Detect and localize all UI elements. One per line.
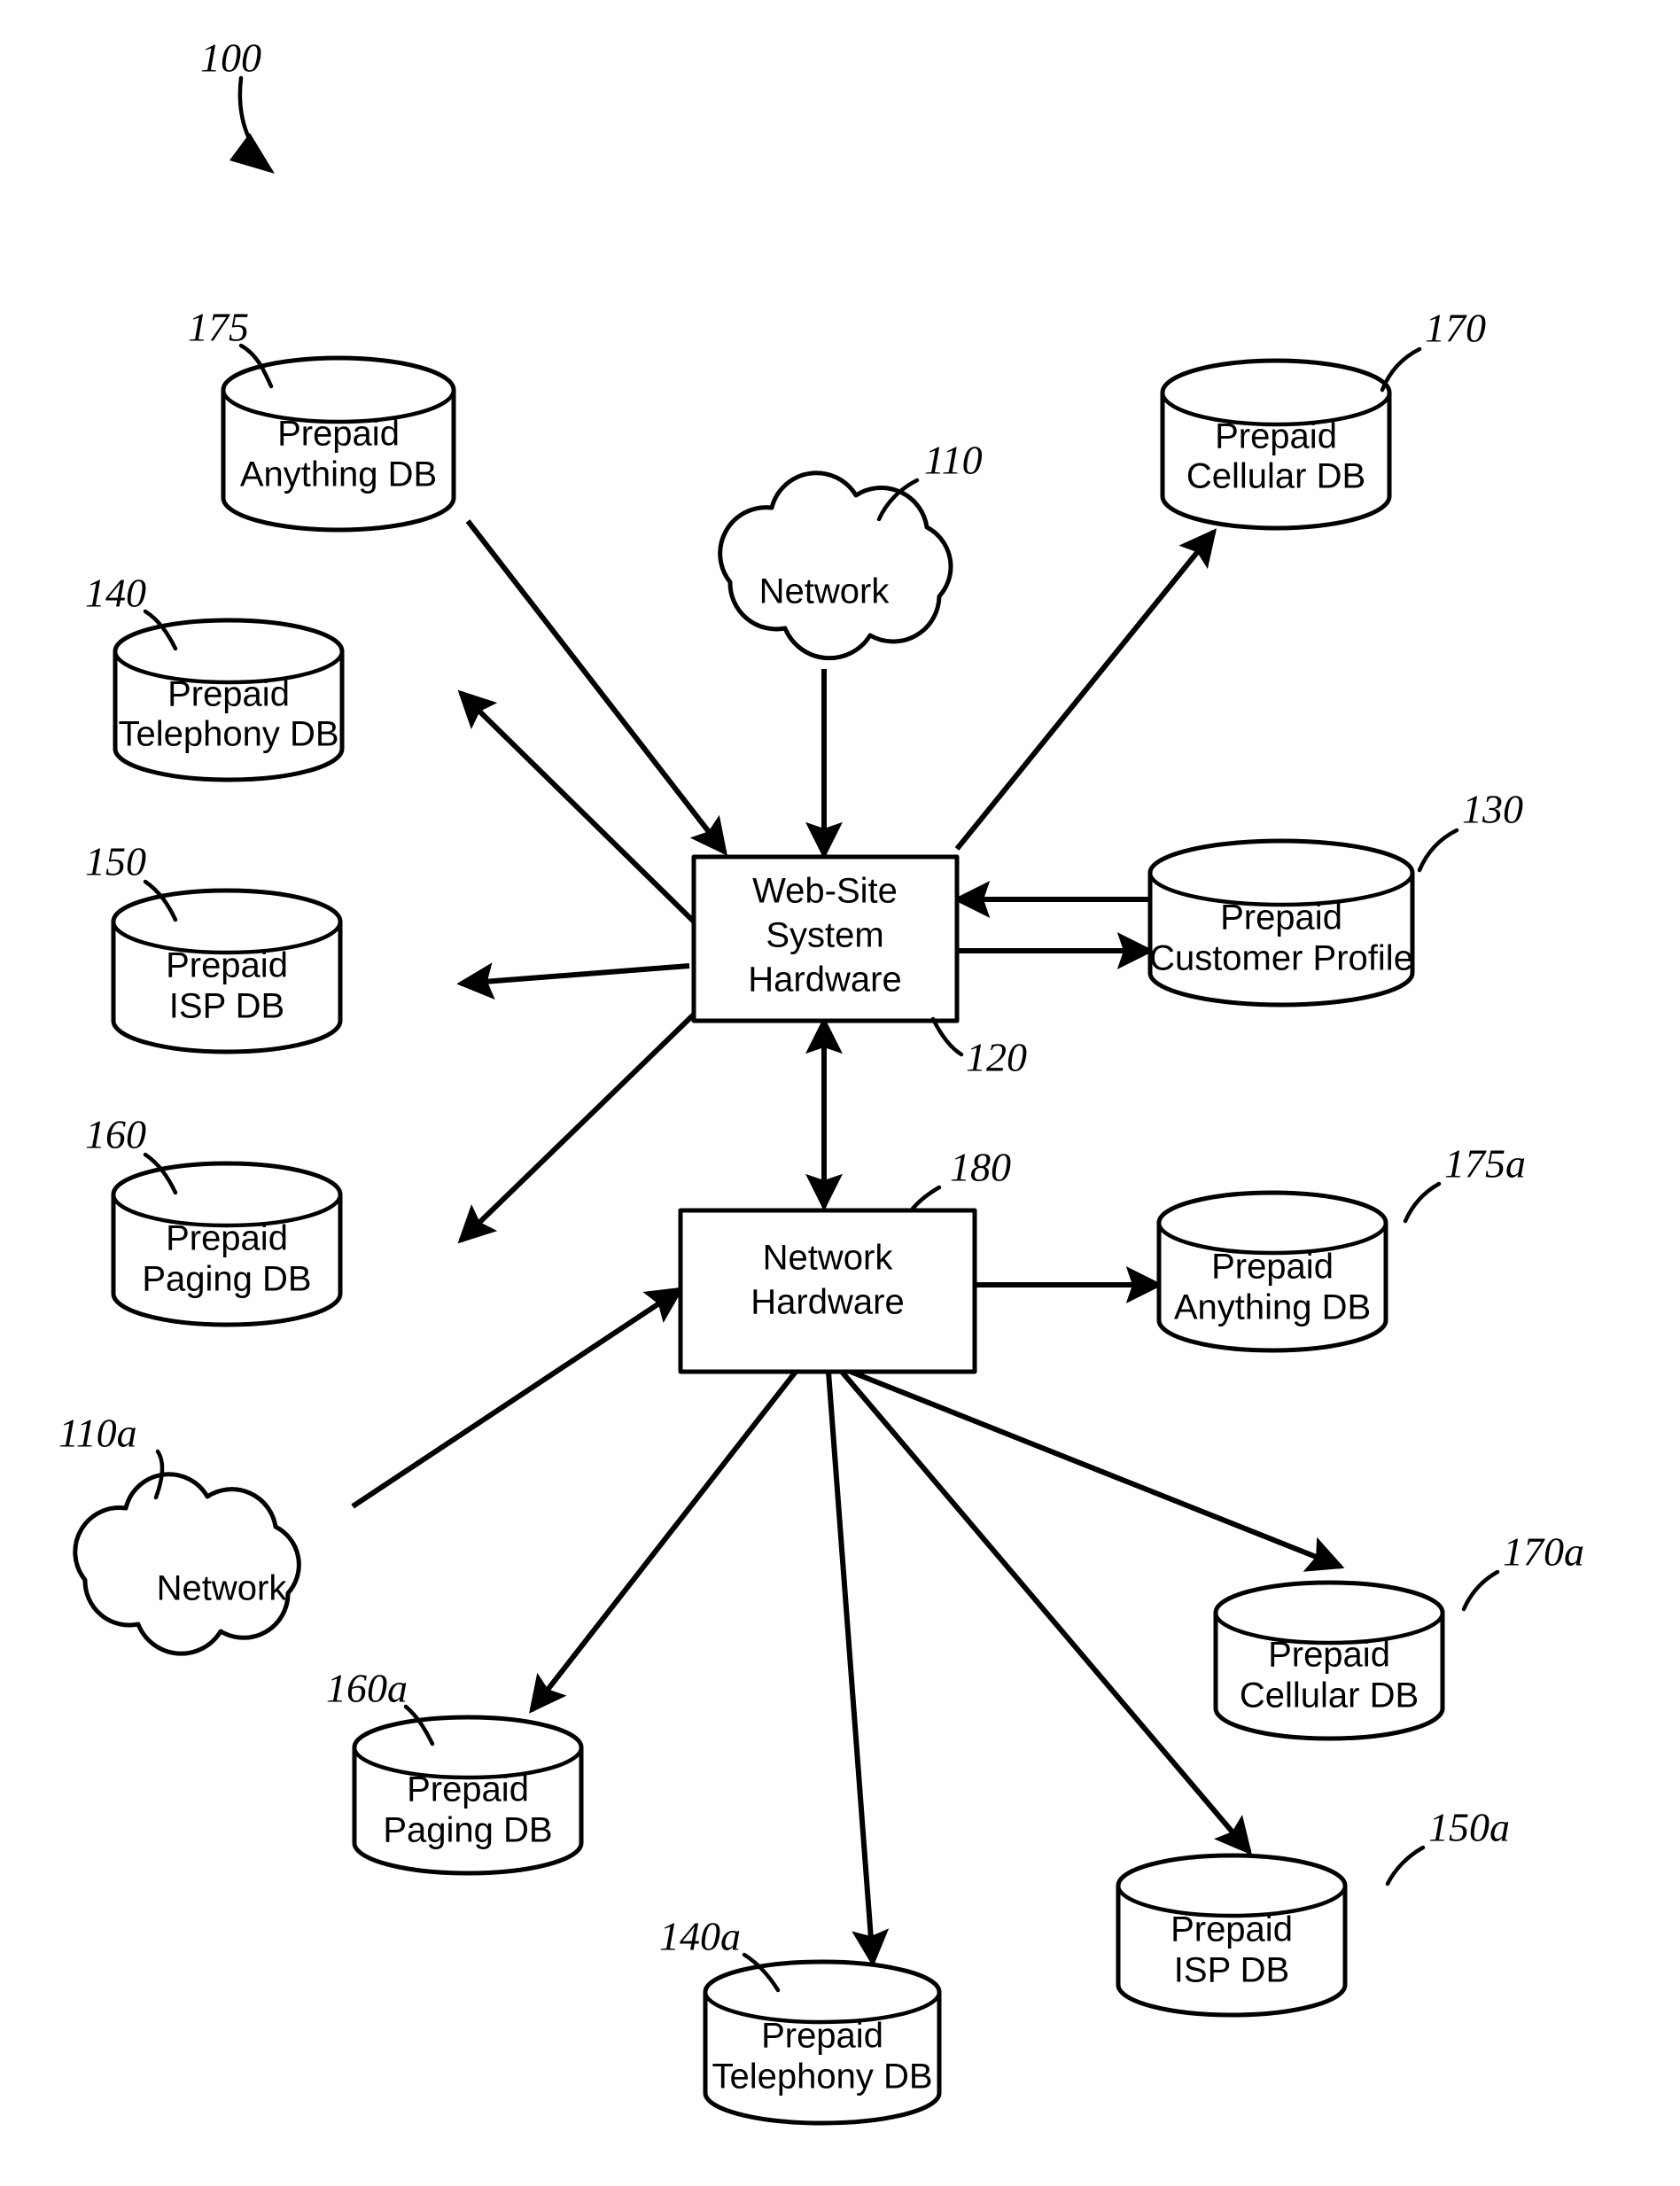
node-label-line1: Prepaid: [1171, 1910, 1293, 1949]
connection-networkhw-to-telephonydb140a: [826, 1371, 890, 1967]
node-prepaid-cellular-db-170[interactable]: Prepaid Cellular DB 170: [1160, 306, 1486, 531]
cloud-shape: [718, 471, 953, 661]
node-label-line1: Prepaid: [1211, 1248, 1334, 1287]
connection-websitehw-to-ispdb150: [456, 962, 690, 1000]
node-label-line1: Prepaid: [167, 675, 290, 714]
node-prepaid-telephony-db-140[interactable]: Prepaid Telephony DB 140: [85, 571, 345, 782]
ref-label-150a: 150a: [1428, 1805, 1510, 1850]
connection-network110a-to-networkhw: [351, 1287, 685, 1509]
node-label-line1: Prepaid: [1268, 1636, 1390, 1675]
node-label-line2: Paging DB: [383, 1811, 552, 1850]
ref-label-180: 180: [950, 1145, 1011, 1190]
ref-leader-175a: [1403, 1181, 1442, 1224]
node-label: Network: [157, 1569, 288, 1608]
node-label-line1: Prepaid: [166, 946, 288, 985]
figure-ref-label: 100: [200, 35, 261, 81]
node-prepaid-cellular-db-170a[interactable]: Prepaid Cellular DB 170a: [1213, 1529, 1584, 1741]
node-label-line1: Prepaid: [1220, 899, 1342, 937]
node-label-line2: ISP DB: [1174, 1951, 1289, 1990]
node-website-system-hardware-120[interactable]: Web-Site System Hardware 120: [691, 854, 1027, 1080]
node-label-line1: Prepaid: [166, 1219, 288, 1258]
ref-label-120: 120: [966, 1035, 1027, 1080]
ref-leader-170a: [1461, 1569, 1500, 1612]
node-label-line1: Web-Site: [752, 872, 898, 911]
connection-websitehw-to-pagingdb160: [457, 1007, 701, 1244]
ref-label-150: 150: [85, 839, 146, 884]
node-prepaid-isp-db-150a[interactable]: Prepaid ISP DB 150a: [1116, 1805, 1510, 2018]
ref-label-170a: 170a: [1503, 1529, 1584, 1575]
node-label-line2: Cellular DB: [1240, 1676, 1419, 1715]
node-label-line2: Telephony DB: [118, 715, 338, 754]
node-label-line2: System: [766, 916, 883, 955]
node-label-line1: Prepaid: [761, 2017, 883, 2056]
cloud-shape: [73, 1472, 301, 1656]
ref-label-140a: 140a: [659, 1914, 741, 1959]
ref-label-110: 110: [924, 438, 983, 483]
node-label: Network: [759, 572, 891, 611]
ref-label-175a: 175a: [1444, 1141, 1526, 1186]
node-prepaid-paging-db-160[interactable]: Prepaid Paging DB 160: [85, 1112, 343, 1327]
ref-leader-130: [1417, 828, 1459, 873]
node-label-line1: Prepaid: [1215, 417, 1337, 456]
node-prepaid-telephony-db-140a[interactable]: Prepaid Telephony DB 140a: [659, 1914, 942, 2126]
node-label-line1: Prepaid: [277, 415, 400, 454]
node-label-line2: Customer Profile: [1149, 939, 1413, 978]
node-prepaid-anything-db-175a[interactable]: Prepaid Anything DB 175a: [1156, 1141, 1526, 1353]
node-prepaid-anything-db-175[interactable]: Prepaid Anything DB 175: [188, 305, 456, 533]
node-label-line2: Anything DB: [1174, 1288, 1371, 1327]
node-label-line2: Anything DB: [240, 455, 437, 494]
ref-leader-150a: [1385, 1845, 1426, 1886]
ref-leader-180: [910, 1185, 942, 1211]
node-network-hardware-180[interactable]: Network Hardware 180: [678, 1145, 1011, 1374]
ref-leader-120: [930, 1016, 964, 1057]
node-network-cloud-110[interactable]: Network 110: [718, 438, 983, 661]
node-label-line1: Prepaid: [407, 1770, 529, 1809]
node-label-line2: ISP DB: [169, 987, 284, 1026]
node-label-line1: Network: [763, 1239, 894, 1278]
node-label-line3: Hardware: [748, 961, 901, 1000]
figure-callout-arrowhead: [229, 133, 275, 174]
connection-anythingdb175-to-websitehw: [465, 519, 727, 856]
figure-callout-100: 100: [200, 35, 275, 174]
connection-networkhw-to-pagingdb160a: [529, 1370, 798, 1714]
node-label-line2: Paging DB: [142, 1260, 311, 1299]
node-network-cloud-110a[interactable]: Network 110a: [58, 1411, 301, 1656]
node-prepaid-customer-profile-130[interactable]: Prepaid Customer Profile 130: [1147, 787, 1523, 1007]
ref-label-175: 175: [188, 305, 249, 350]
ref-label-170: 170: [1425, 306, 1486, 351]
ref-label-110a: 110a: [58, 1411, 137, 1456]
node-prepaid-isp-db-150[interactable]: Prepaid ISP DB 150: [85, 839, 343, 1054]
connection-websitehw-to-cellulardb170: [954, 528, 1217, 851]
node-label-line2: Cellular DB: [1186, 457, 1365, 496]
ref-label-140: 140: [85, 571, 146, 616]
node-label-line2: Hardware: [751, 1283, 904, 1322]
figure-canvas: 100 Prepaid Anything DB 175 Network 110 …: [58, 35, 1584, 2126]
ref-label-160: 160: [85, 1112, 146, 1157]
connection-websitehw-to-telephonydb140: [457, 689, 696, 924]
node-label-line2: Telephony DB: [712, 2058, 932, 2097]
patent-figure: 100 Prepaid Anything DB 175 Network 110 …: [0, 0, 1680, 2186]
ref-label-130: 130: [1462, 787, 1523, 832]
ref-label-160a: 160a: [326, 1666, 408, 1711]
connection-networkhw-to-ispdb150a: [839, 1370, 1253, 1855]
